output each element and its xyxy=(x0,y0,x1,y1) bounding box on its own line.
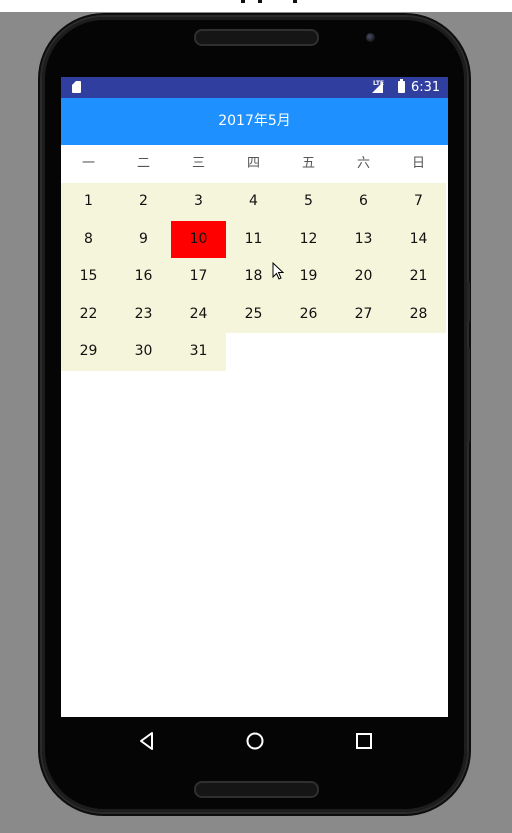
weekday-label: 六 xyxy=(356,156,370,171)
day-cell[interactable]: 16 xyxy=(116,258,171,296)
day-cell[interactable]: 26 xyxy=(281,295,336,333)
day-cell[interactable]: 24 xyxy=(171,295,226,333)
top-strip-mark xyxy=(241,0,245,3)
day-cell[interactable]: 4 xyxy=(226,183,281,221)
top-speaker xyxy=(194,29,319,46)
weekday-label: 一 xyxy=(81,156,95,171)
weekday-row: 一 二 三 四 五 六 日 xyxy=(61,145,446,183)
top-strip-mark xyxy=(258,0,262,3)
day-cell[interactable]: 29 xyxy=(61,333,116,371)
day-cell[interactable]: 8 xyxy=(61,220,116,258)
day-cell[interactable]: 6 xyxy=(336,183,391,221)
weekday-label: 日 xyxy=(411,156,425,171)
navigation-bar xyxy=(61,717,448,765)
day-cell[interactable]: 17 xyxy=(171,258,226,296)
power-button xyxy=(467,347,470,442)
weekday-label: 五 xyxy=(301,156,315,171)
top-strip xyxy=(0,0,512,12)
status-bar: LTE 6:31 xyxy=(61,77,448,98)
front-camera xyxy=(366,33,375,42)
status-time: 6:31 xyxy=(411,80,441,95)
day-cell[interactable]: 25 xyxy=(226,295,281,333)
back-icon[interactable] xyxy=(135,729,159,753)
day-cell[interactable]: 15 xyxy=(61,258,116,296)
top-strip-mark xyxy=(293,0,297,3)
network-type: LTE xyxy=(373,80,385,87)
day-cell[interactable]: 13 xyxy=(336,220,391,258)
home-icon[interactable] xyxy=(243,729,267,753)
day-cell[interactable]: 3 xyxy=(171,183,226,221)
weekday-label: 三 xyxy=(191,156,205,171)
day-cell[interactable]: 7 xyxy=(391,183,446,221)
battery-icon xyxy=(398,79,405,93)
day-cell[interactable]: 11 xyxy=(226,220,281,258)
day-cell[interactable]: 23 xyxy=(116,295,171,333)
bottom-speaker xyxy=(194,781,319,798)
weekday-label: 二 xyxy=(136,156,150,171)
day-cell[interactable]: 2 xyxy=(116,183,171,221)
day-cell[interactable]: 19 xyxy=(281,258,336,296)
day-cell[interactable]: 14 xyxy=(391,220,446,258)
volume-button xyxy=(467,282,470,322)
month-title: 2017年5月 xyxy=(218,113,291,129)
day-cell[interactable]: 31 xyxy=(171,333,226,371)
day-cell[interactable]: 27 xyxy=(336,295,391,333)
day-cell[interactable]: 28 xyxy=(391,295,446,333)
day-cell[interactable]: 12 xyxy=(281,220,336,258)
day-cell[interactable]: 30 xyxy=(116,333,171,371)
screen: LTE 6:31 2017年5月 一 二 三 四 五 六 日 123456789… xyxy=(61,77,448,717)
day-cell[interactable]: 20 xyxy=(336,258,391,296)
day-cell[interactable]: 21 xyxy=(391,258,446,296)
day-cell[interactable]: 1 xyxy=(61,183,116,221)
weekday-label: 四 xyxy=(246,156,260,171)
day-cell[interactable]: 22 xyxy=(61,295,116,333)
recents-icon[interactable] xyxy=(352,729,376,753)
day-grid: 1 2 3 4 5 6 7 8 9 10 11 12 13 14 15 16 17 18 19 20 21 22 23 24 2… xyxy=(61,183,446,371)
calendar-header: 2017年5月 xyxy=(61,98,448,145)
day-cell-selected[interactable]: 10 xyxy=(171,220,226,258)
day-cell[interactable]: 9 xyxy=(116,220,171,258)
sd-card-icon xyxy=(72,81,81,93)
day-cell[interactable]: 5 xyxy=(281,183,336,221)
mouse-cursor-icon xyxy=(272,262,284,280)
